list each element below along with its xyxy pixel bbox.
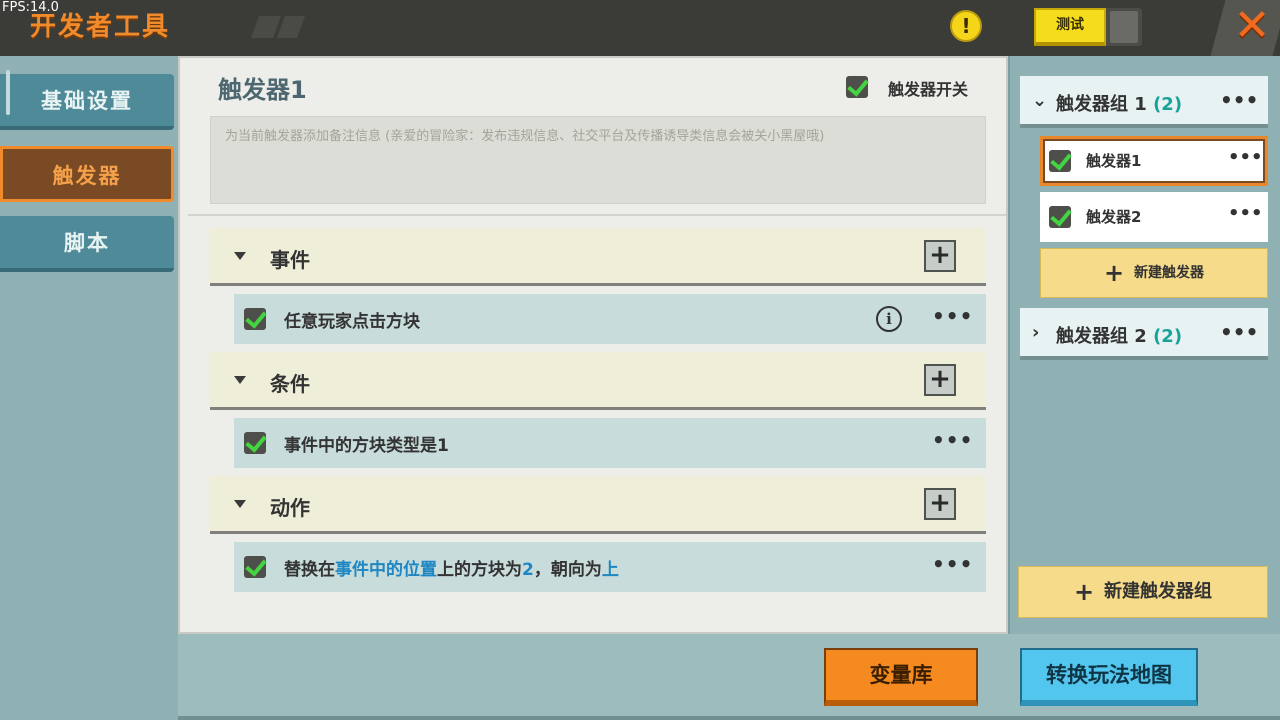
test-button[interactable]: 测试: [1034, 8, 1106, 46]
trigger-editor-panel: 触发器1 触发器开关 为当前触发器添加备注信息 (亲爱的冒险家：发布违规信息、社…: [178, 56, 1008, 634]
info-icon[interactable]: i: [876, 306, 902, 332]
top-bar: 开发者工具 ! 测试 ✕: [0, 0, 1280, 56]
trigger-switch-label: 触发器开关: [888, 80, 969, 99]
trigger-list-panel: ⌄ 触发器组 1 (2) ••• 触发器1 ••• 触发器2 ••• + 新建触发…: [1008, 56, 1280, 634]
bottom-edge: [178, 716, 1280, 720]
action-param-position[interactable]: 事件中的位置: [335, 560, 437, 580]
chevron-down-icon[interactable]: ⌄: [1032, 90, 1047, 111]
fps-counter: FPS:14.0: [2, 0, 59, 15]
test-toggle[interactable]: 测试: [1034, 8, 1142, 46]
trigger-title: 触发器1: [218, 76, 307, 104]
trigger-checkbox[interactable]: [1049, 206, 1071, 228]
trigger-group-2[interactable]: › 触发器组 2 (2) •••: [1020, 308, 1268, 360]
add-condition-button[interactable]: +: [924, 364, 956, 396]
chevron-right-icon[interactable]: ›: [1032, 322, 1039, 343]
trigger-item-2[interactable]: 触发器2 •••: [1040, 192, 1268, 242]
variable-library-button[interactable]: 变量库: [824, 648, 978, 706]
event-text: 任意玩家点击方块: [284, 312, 420, 332]
trigger-name: 触发器1: [1086, 152, 1142, 170]
section-conditions[interactable]: 条件 +: [210, 352, 986, 410]
trigger-switch-checkbox[interactable]: [846, 76, 868, 98]
new-trigger-group-button[interactable]: + 新建触发器组: [1018, 566, 1268, 618]
condition-text[interactable]: 事件中的方块类型是1: [284, 431, 449, 456]
section-events[interactable]: 事件 +: [210, 228, 986, 286]
more-options-icon[interactable]: •••: [932, 428, 973, 452]
group-name: 触发器组 2 (2): [1056, 322, 1182, 348]
toggle-knob: [1110, 11, 1138, 43]
more-options-icon[interactable]: •••: [1220, 88, 1258, 112]
decor-stripe: [276, 16, 306, 38]
action-text-part: 替换在: [284, 560, 335, 580]
trigger-name: 触发器2: [1086, 208, 1142, 226]
new-trigger-group-label: 新建触发器组: [1104, 581, 1213, 602]
event-row[interactable]: 任意玩家点击方块 i •••: [234, 294, 986, 344]
note-placeholder: 为当前触发器添加备注信息 (亲爱的冒险家：发布违规信息、社交平台及传播诱导类信息…: [225, 129, 825, 144]
section-label: 动作: [270, 496, 310, 520]
action-text: 替换在事件中的位置上的方块为2，朝向为上: [284, 555, 619, 580]
more-options-icon[interactable]: •••: [1220, 320, 1258, 344]
alert-icon[interactable]: !: [950, 10, 982, 42]
plus-icon: +: [1073, 578, 1095, 606]
add-action-button[interactable]: +: [924, 488, 956, 520]
condition-row[interactable]: 事件中的方块类型是1 •••: [234, 418, 986, 468]
nav-item-basic-settings[interactable]: 基础设置: [0, 74, 174, 130]
trigger-note-input[interactable]: 为当前触发器添加备注信息 (亲爱的冒险家：发布违规信息、社交平台及传播诱导类信息…: [210, 116, 986, 204]
more-options-icon[interactable]: •••: [1228, 147, 1263, 168]
add-event-button[interactable]: +: [924, 240, 956, 272]
nav-item-triggers[interactable]: 触发器: [0, 146, 174, 202]
divider: [188, 214, 1006, 216]
trigger-item-1[interactable]: 触发器1 •••: [1040, 136, 1268, 186]
section-label: 事件: [270, 248, 310, 272]
action-checkbox[interactable]: [244, 556, 266, 578]
more-options-icon[interactable]: •••: [932, 552, 973, 576]
more-options-icon[interactable]: •••: [932, 304, 973, 328]
section-label: 条件: [270, 372, 310, 396]
collapse-triangle-icon[interactable]: [234, 252, 246, 260]
nav-scroll-indicator: [6, 70, 10, 115]
more-options-icon[interactable]: •••: [1228, 203, 1263, 224]
left-nav: 基础设置 触发器 脚本: [0, 56, 178, 720]
group-count: (2): [1153, 94, 1183, 115]
collapse-triangle-icon[interactable]: [234, 376, 246, 384]
close-icon[interactable]: ✕: [1230, 4, 1274, 48]
new-trigger-button[interactable]: + 新建触发器: [1040, 248, 1268, 298]
trigger-checkbox[interactable]: [1049, 150, 1071, 172]
convert-map-button[interactable]: 转换玩法地图: [1020, 648, 1198, 706]
action-row[interactable]: 替换在事件中的位置上的方块为2，朝向为上 •••: [234, 542, 986, 592]
action-text-part: 上的方块为: [437, 560, 522, 580]
decor-stripe: [250, 16, 282, 38]
plus-icon: +: [1103, 259, 1125, 287]
group-name-text: 触发器组 2: [1056, 326, 1147, 347]
new-trigger-label: 新建触发器: [1134, 265, 1205, 281]
trigger-group-1[interactable]: ⌄ 触发器组 1 (2) •••: [1020, 76, 1268, 128]
condition-checkbox[interactable]: [244, 432, 266, 454]
nav-item-script[interactable]: 脚本: [0, 216, 174, 272]
group-name: 触发器组 1 (2): [1056, 90, 1182, 116]
action-param-direction[interactable]: 上: [602, 560, 619, 580]
group-name-text: 触发器组 1: [1056, 94, 1147, 115]
section-actions[interactable]: 动作 +: [210, 476, 986, 534]
collapse-triangle-icon[interactable]: [234, 500, 246, 508]
group-count: (2): [1153, 326, 1183, 347]
action-param-block[interactable]: 2: [522, 560, 534, 580]
action-text-part: ，朝向为: [533, 560, 602, 580]
event-checkbox[interactable]: [244, 308, 266, 330]
